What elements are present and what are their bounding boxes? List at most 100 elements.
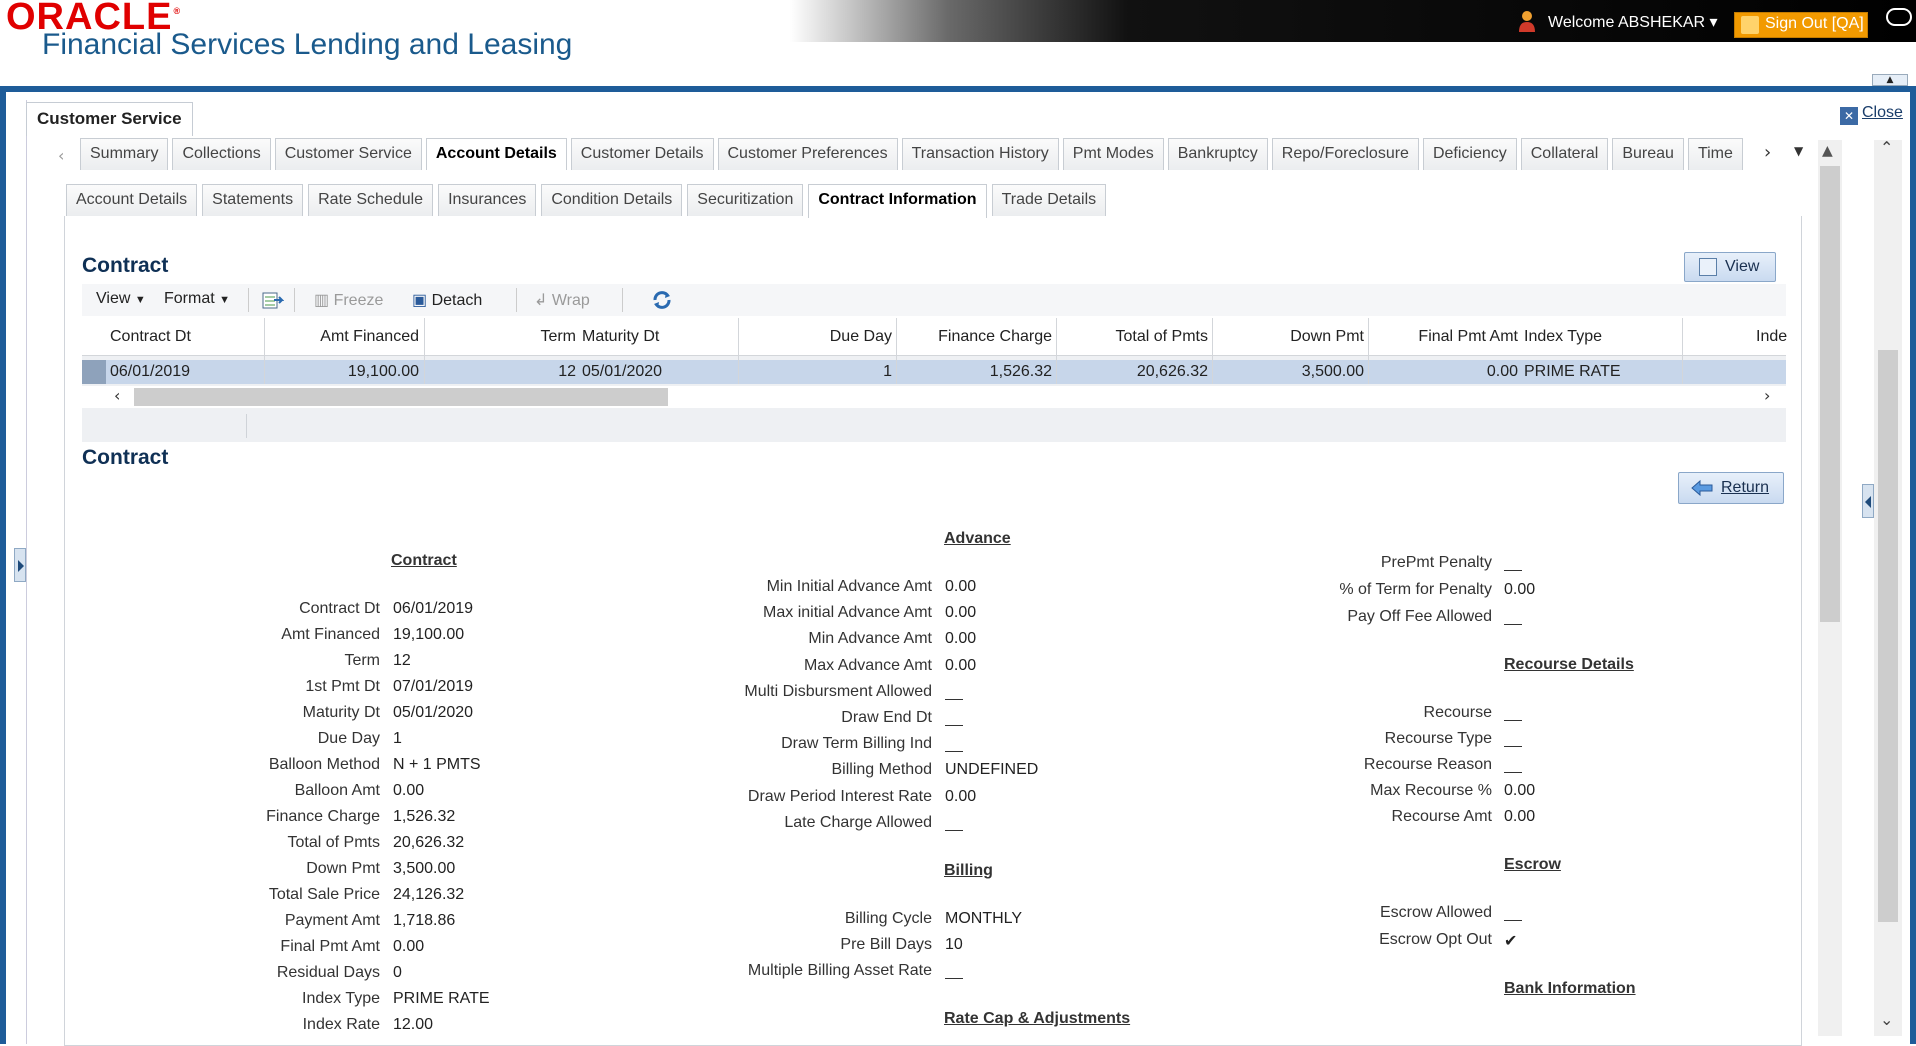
tab-bureau[interactable]: Bureau [1612, 138, 1684, 170]
sub-tabs: Account Details Statements Rate Schedule In… [66, 184, 1111, 218]
user-menu[interactable]: Welcome ABSHEKAR ▾ [1548, 12, 1718, 32]
field-label: Escrow Allowed [1379, 904, 1492, 921]
format-menu-label: Format [164, 290, 215, 307]
field-value: UNDEFINED [945, 761, 1039, 779]
subtab-contract-information[interactable]: Contract Information [808, 184, 987, 218]
field-label: Max initial Advance Amt [763, 604, 932, 622]
subtab-rate-schedule[interactable]: Rate Schedule [308, 184, 434, 216]
field-label: Maturity Dt [302, 704, 380, 721]
field-label: Max Recourse % [1370, 782, 1492, 799]
field-value: 1,718.86 [393, 912, 456, 929]
tab-summary[interactable]: Summary [80, 138, 169, 170]
table-row[interactable]: 06/01/2019 19,100.00 12 05/01/2020 1 1,526.32… [82, 360, 1786, 384]
field-label: Draw Term Billing Ind [781, 735, 932, 753]
grid-horizontal-scrollbar[interactable]: ‹ › [82, 386, 1786, 408]
field-label: Final Pmt Amt [280, 938, 380, 955]
tab-repo-foreclosure[interactable]: Repo/Foreclosure [1271, 138, 1419, 170]
column-divider [264, 318, 265, 384]
column-header[interactable]: Total of Pmts [1116, 328, 1208, 346]
scroll-right-icon[interactable]: › [1764, 386, 1770, 405]
tabs-menu-icon[interactable]: ▼ [1794, 144, 1803, 158]
freeze-button[interactable]: ▥ Freeze [314, 290, 383, 310]
tabs-scroll-right-icon[interactable]: › [1764, 142, 1771, 163]
tab-customer-preferences[interactable]: Customer Preferences [717, 138, 898, 170]
column-header[interactable]: Inde [1756, 328, 1787, 346]
column-header[interactable]: Maturity Dt [582, 328, 659, 346]
column-divider [738, 318, 739, 384]
wrap-button[interactable]: ↲ Wrap [534, 290, 590, 310]
scroll-up-icon[interactable]: ▲ [1822, 143, 1833, 159]
field-value: 07/01/2019 [393, 678, 474, 695]
view-menu-label: View [96, 290, 131, 307]
empty-field [945, 978, 963, 979]
close-button[interactable]: ✕ Close [1840, 104, 1903, 125]
scroll-left-icon[interactable]: ‹ [114, 386, 120, 405]
tab-collections[interactable]: Collections [172, 138, 271, 170]
freeze-label: Freeze [333, 292, 384, 309]
contract-section-title: Contract [82, 254, 169, 277]
field-value: 05/01/2020 [393, 704, 474, 721]
row-selector[interactable] [82, 360, 106, 384]
content-scrollbar-thumb[interactable] [1820, 166, 1840, 622]
field-value: 0.00 [945, 604, 977, 622]
view-menu[interactable]: View ▼ [96, 290, 146, 308]
left-panel-toggle[interactable] [14, 548, 26, 582]
field-value: 0.00 [393, 938, 425, 955]
column-divider [1056, 318, 1057, 384]
sign-out-button[interactable]: Sign Out [QA] [1734, 12, 1868, 38]
grid-header: Contract Dt Amt Financed Term Maturity Dt Du… [82, 318, 1787, 356]
view-button[interactable]: View [1684, 252, 1776, 282]
tab-customer-service[interactable]: Customer Service [274, 138, 422, 170]
column-header[interactable]: Down Pmt [1290, 328, 1364, 346]
empty-field [945, 751, 963, 753]
tab-customer-details[interactable]: Customer Details [570, 138, 714, 170]
field-label: Recourse Type [1384, 730, 1492, 747]
tabs-scroll-left-icon[interactable]: ‹ [58, 146, 64, 165]
subtab-securitization[interactable]: Securitization [687, 184, 804, 216]
field-label: Residual Days [276, 964, 380, 981]
return-button[interactable]: Return [1678, 472, 1784, 504]
tab-collateral[interactable]: Collateral [1520, 138, 1609, 170]
column-header[interactable]: Due Day [830, 328, 892, 346]
tab-deficiency[interactable]: Deficiency [1422, 138, 1517, 170]
column-header[interactable]: Index Type [1524, 328, 1602, 346]
table-cell: 20,626.32 [1136, 363, 1208, 380]
format-menu[interactable]: Format ▼ [164, 290, 230, 308]
tab-account-details[interactable]: Account Details [425, 138, 567, 170]
page-scrollbar-thumb[interactable] [1878, 350, 1898, 922]
toolbar-divider [294, 288, 295, 312]
grid-toolbar: View ▼ Format ▼ ▥ Freeze ▣ Detach ↲ Wrap [82, 284, 1786, 316]
subtab-condition-details[interactable]: Condition Details [541, 184, 683, 216]
column-header[interactable]: Amt Financed [320, 328, 419, 346]
column-header[interactable]: Final Pmt Amt [1418, 328, 1518, 346]
tab-time[interactable]: Time [1687, 138, 1743, 170]
grid-footer-divider [246, 414, 247, 438]
detach-button[interactable]: ▣ Detach [412, 290, 482, 310]
tab-bankruptcy[interactable]: Bankruptcy [1167, 138, 1268, 170]
tab-pmt-modes[interactable]: Pmt Modes [1062, 138, 1164, 170]
field-label: Balloon Amt [294, 782, 380, 799]
subtab-statements[interactable]: Statements [202, 184, 304, 216]
column-header[interactable]: Term [540, 328, 576, 346]
empty-field [1504, 570, 1522, 571]
chevron-down-icon: ▼ [134, 294, 146, 306]
subtab-account-details[interactable]: Account Details [66, 184, 198, 216]
column-header[interactable]: Finance Charge [938, 328, 1052, 346]
field-value: 1,526.32 [393, 808, 456, 825]
subtab-insurances[interactable]: Insurances [438, 184, 537, 216]
detach-icon: ▣ [412, 292, 428, 309]
subtab-trade-details[interactable]: Trade Details [991, 184, 1107, 216]
chat-icon[interactable] [1886, 8, 1912, 26]
page-scroll-down-icon[interactable]: ⌄ [1880, 1010, 1893, 1029]
field-value: 0.00 [945, 656, 977, 674]
field-value: 19,100.00 [393, 626, 465, 643]
field-value: 12.00 [393, 1016, 434, 1033]
field-label: Recourse Reason [1363, 756, 1492, 773]
page-scroll-up-icon[interactable]: ⌃ [1880, 138, 1893, 157]
tab-transaction-history[interactable]: Transaction History [901, 138, 1059, 170]
column-header[interactable]: Contract Dt [110, 328, 191, 346]
collapse-header-button[interactable]: ▲ [1872, 74, 1908, 86]
export-icon[interactable] [262, 290, 284, 310]
refresh-icon[interactable] [650, 288, 674, 312]
grid-scrollbar-thumb[interactable] [134, 388, 668, 406]
